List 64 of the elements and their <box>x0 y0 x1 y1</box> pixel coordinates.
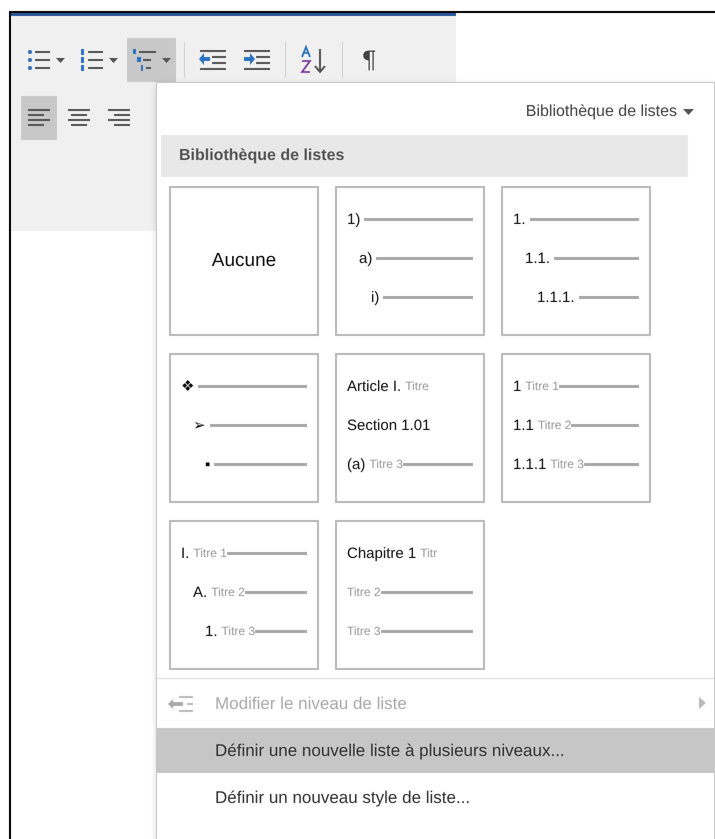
list-style-tile[interactable]: I. Titre 1 A. Titre 2 1. Titre 3 <box>169 520 319 670</box>
list-marker: Chapitre 1 <box>347 544 416 562</box>
list-marker: i) <box>371 288 380 306</box>
heading-label: Titre 2 <box>538 418 572 432</box>
list-marker: 1.1.1 <box>513 456 546 472</box>
heading-label: Titre 1 <box>525 379 559 393</box>
heading-label: Titre 3 <box>550 457 584 471</box>
heading-label: Titre 3 <box>347 624 381 638</box>
heading-label: Titre 3 <box>222 624 256 638</box>
text-line <box>571 424 639 426</box>
align-right-icon <box>106 107 132 129</box>
list-marker: 1.1 <box>513 416 534 434</box>
text-line <box>402 462 473 466</box>
list-style-tile[interactable]: Chapitre 1 Titr Titre 2 Titre 3 <box>335 520 485 670</box>
submenu-arrow-icon <box>699 697 706 709</box>
list-marker: ➢ <box>193 416 206 434</box>
align-center-icon <box>66 107 92 129</box>
paragraph-marks-button[interactable]: ¶ <box>351 38 387 82</box>
numbered-list-icon <box>79 47 105 73</box>
caret-icon <box>56 58 65 62</box>
text-line <box>578 296 639 298</box>
bulleted-list-icon <box>26 47 52 73</box>
list-marker: ❖ <box>181 377 194 395</box>
list-marker: Article I. <box>347 378 402 394</box>
list-marker: (a) <box>347 456 366 472</box>
align-left-icon <box>26 107 52 129</box>
list-marker: I. <box>181 544 190 562</box>
menu-item[interactable]: Définir une nouvelle liste à plusieurs niveaux... <box>157 728 714 773</box>
list-style-tile[interactable]: 1.1.1. 1.1.1. <box>501 186 651 336</box>
list-marker: 1.1.1. <box>537 288 575 306</box>
heading-label: Titre 2 <box>211 585 245 599</box>
list-style-tile[interactable]: Article I. Titre Section 1.01 (a) Titre 3 <box>335 353 485 503</box>
list-marker: A. <box>193 584 208 600</box>
gallery-filter-button[interactable]: Bibliothèque de listes <box>526 97 694 127</box>
list-marker: ▪ <box>205 456 210 472</box>
multilevel-list-icon <box>132 47 158 73</box>
caret-icon <box>683 109 694 115</box>
heading-label: Titre 3 <box>369 457 403 471</box>
toolbar-button[interactable] <box>127 38 176 82</box>
text-line <box>255 630 307 632</box>
text-line <box>584 462 639 466</box>
list-marker: 1) <box>347 210 360 228</box>
list-style-tile[interactable]: 1 Titre 1 1.1 Titre 2 1.1.1 Titre 3 <box>501 353 651 503</box>
section-header: Bibliothèque de listes <box>161 135 688 177</box>
decrease-indent-icon <box>198 47 228 73</box>
caret-icon <box>162 58 171 62</box>
list-marker: 1. <box>513 210 526 228</box>
list-marker: a) <box>359 250 372 266</box>
list-marker: Section 1.01 <box>347 416 430 434</box>
heading-label: Titre 1 <box>193 546 227 560</box>
list-marker: 1.1. <box>525 250 550 266</box>
list-marker: 1. <box>205 622 218 640</box>
heading-label: Titr <box>420 546 438 560</box>
heading-label: Titre <box>405 379 429 393</box>
menu-item[interactable]: Définir un nouveau style de liste... <box>157 775 714 820</box>
toolbar-button[interactable] <box>21 96 57 140</box>
list-style-tile[interactable]: Aucune <box>169 186 319 336</box>
heading-label: Titre 2 <box>347 585 381 599</box>
list-style-tile[interactable]: ❖ ➢ ▪ <box>169 353 319 503</box>
caret-icon <box>109 58 118 62</box>
increase-indent-icon <box>242 47 272 73</box>
list-style-tile[interactable]: 1) a) i) <box>335 186 485 336</box>
list-marker: 1 <box>513 378 522 394</box>
text-line <box>244 590 307 594</box>
